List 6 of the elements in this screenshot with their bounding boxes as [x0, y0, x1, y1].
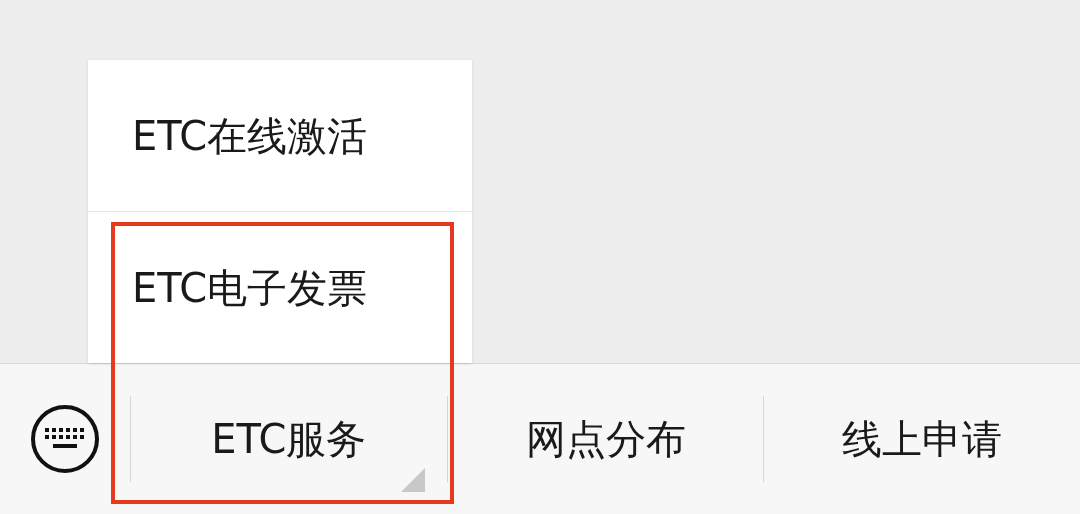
popup-menu-item[interactable]: ETC在线激活 [88, 60, 472, 211]
menu-tab[interactable]: 线上申请 [764, 394, 1080, 484]
keyboard-icon[interactable] [29, 403, 101, 475]
menu-tab[interactable]: ETC服务 [131, 394, 447, 484]
popup-menu-item[interactable]: ETC电子发票 [88, 211, 472, 363]
menu-tab[interactable]: 网点分布 [447, 394, 764, 484]
